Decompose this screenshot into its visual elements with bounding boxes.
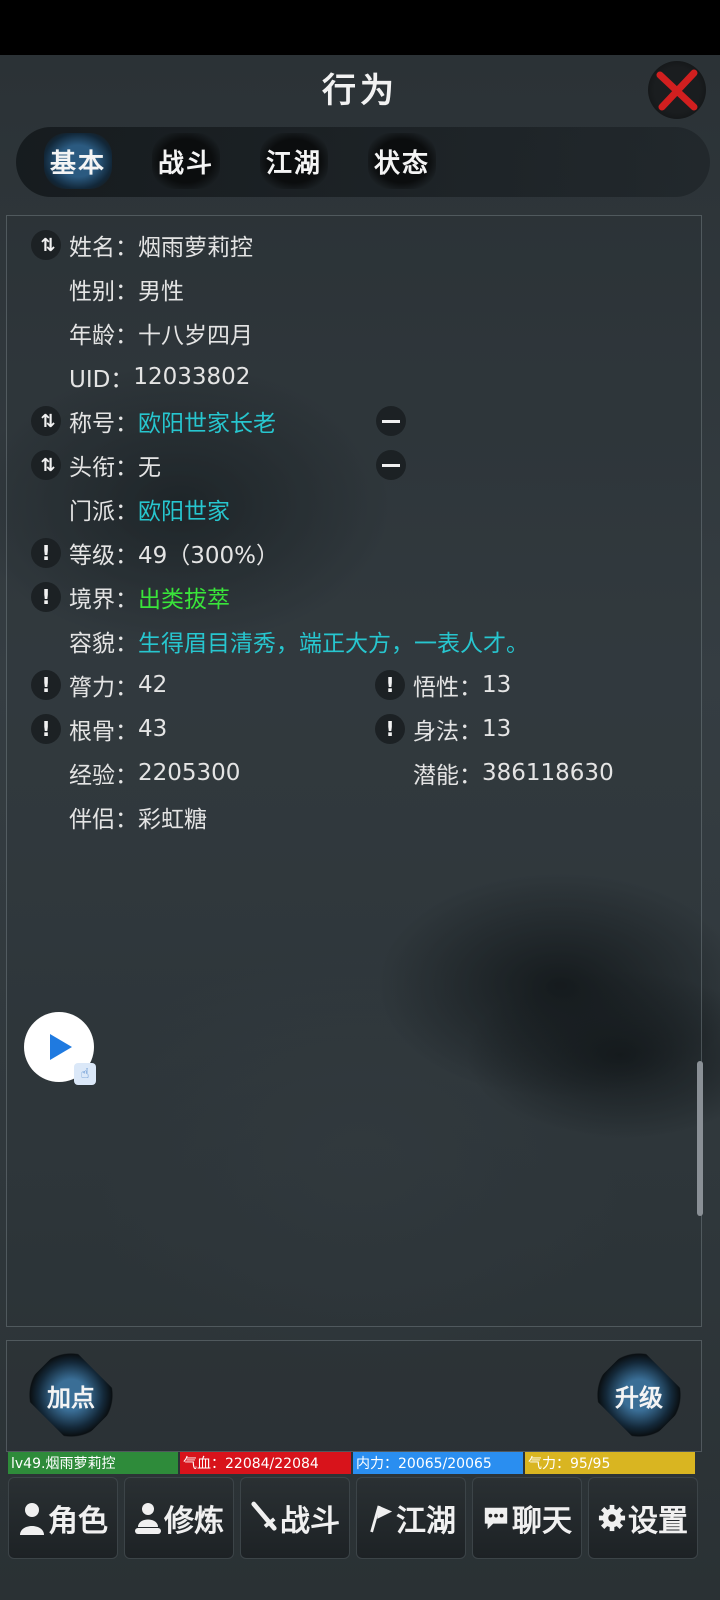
row-name: 姓名： 烟雨萝莉控	[69, 235, 253, 261]
meditate-icon	[134, 1500, 162, 1536]
tab-jianghu[interactable]: 江湖	[252, 129, 336, 193]
row-realm: 境界： 出类拔萃	[69, 587, 230, 613]
status-bar: lv49.烟雨萝莉控 气血：22084/22084 内力：20065/20065…	[8, 1452, 710, 1474]
info-icon[interactable]: !	[31, 714, 61, 744]
play-icon	[50, 1034, 72, 1060]
bottom-nav: 角色 修炼 战斗 江湖 聊天 设置	[6, 1475, 714, 1561]
row-agility: 身法： 13	[413, 716, 512, 745]
action-panel: 加点 升级	[6, 1340, 702, 1452]
scrollbar[interactable]	[697, 1061, 703, 1216]
row-rank: 头衔： 无	[69, 455, 161, 481]
swap-icon[interactable]: ⇅	[31, 406, 61, 436]
remove-rank-button[interactable]	[376, 450, 406, 480]
row-gender: 性别： 男性	[69, 279, 184, 305]
tab-status[interactable]: 状态	[360, 129, 444, 193]
add-points-button[interactable]: 加点	[18, 1342, 124, 1448]
row-level: 等级： 49（300%）	[69, 543, 280, 569]
swap-icon[interactable]: ⇅	[31, 450, 61, 480]
info-icon[interactable]: !	[31, 670, 61, 700]
nav-chat[interactable]: 聊天	[472, 1477, 582, 1559]
player-name-badge: lv49.烟雨萝莉控	[8, 1452, 178, 1474]
swap-icon[interactable]: ⇅	[31, 230, 61, 260]
row-exp: 经验： 2205300	[69, 760, 241, 789]
hp-bar: 气血：22084/22084	[180, 1452, 351, 1474]
sword-icon	[250, 1500, 278, 1536]
row-potential: 潜能： 386118630	[413, 760, 614, 789]
row-age: 年龄： 十八岁四月	[69, 323, 253, 349]
row-sect: 门派： 欧阳世家	[69, 499, 230, 525]
nav-combat[interactable]: 战斗	[240, 1477, 350, 1559]
nav-cultivate[interactable]: 修炼	[124, 1477, 234, 1559]
tap-icon: ☝	[74, 1063, 96, 1085]
nav-settings[interactable]: 设置	[588, 1477, 698, 1559]
game-screen: 行为 基本 战斗 江湖 状态 ⇅ 姓名： 烟雨萝莉控 性别： 男性 年龄： 十八…	[0, 55, 720, 1600]
remove-title-button[interactable]	[376, 406, 406, 436]
nav-character[interactable]: 角色	[8, 1477, 118, 1559]
row-looks: 容貌： 生得眉目清秀，端正大方，一表人才。	[69, 631, 529, 657]
upgrade-button[interactable]: 升级	[586, 1342, 692, 1448]
flag-icon	[366, 1500, 394, 1536]
info-icon[interactable]: !	[31, 538, 61, 568]
row-strength: 膂力： 42	[69, 672, 168, 701]
close-button[interactable]	[648, 61, 706, 119]
close-icon	[656, 69, 698, 111]
page-title: 行为	[322, 71, 398, 111]
row-uid: UID： 12033802	[69, 364, 251, 393]
mp-bar: 内力：20065/20065	[353, 1452, 523, 1474]
row-wisdom: 悟性： 13	[413, 672, 512, 701]
stamina-bar: 气力：95/95	[525, 1452, 695, 1474]
nav-jianghu[interactable]: 江湖	[356, 1477, 466, 1559]
gear-icon	[598, 1500, 626, 1536]
chat-icon	[482, 1500, 510, 1536]
info-icon[interactable]: !	[31, 582, 61, 612]
info-icon[interactable]: !	[375, 714, 405, 744]
tab-combat[interactable]: 战斗	[144, 129, 228, 193]
row-title: 称号： 欧阳世家长老	[69, 411, 276, 437]
row-constitution: 根骨： 43	[69, 716, 168, 745]
profile-panel: ⇅ 姓名： 烟雨萝莉控 性别： 男性 年龄： 十八岁四月 UID： 120338…	[6, 215, 703, 1327]
info-icon[interactable]: !	[375, 670, 405, 700]
tab-basic[interactable]: 基本	[36, 129, 120, 193]
tab-bar: 基本 战斗 江湖 状态	[16, 127, 710, 197]
row-partner: 伴侣： 彩虹糖	[69, 807, 207, 833]
person-icon	[18, 1500, 46, 1536]
